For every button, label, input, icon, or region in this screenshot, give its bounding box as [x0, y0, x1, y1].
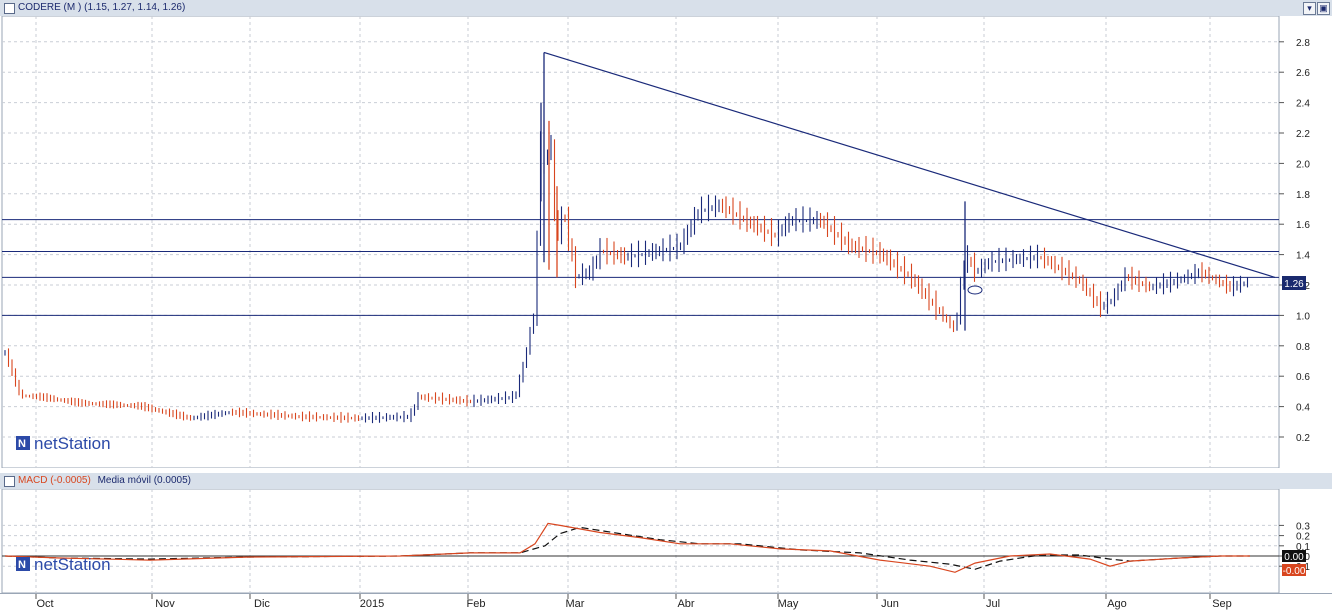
x-tick-label: Jun — [881, 598, 899, 610]
x-tick-label: Jul — [986, 598, 1000, 610]
watermark-text: netStation — [34, 555, 111, 574]
y-tick-label: 2.8 — [1296, 38, 1310, 49]
ma-value-label: -0.00 — [1283, 566, 1306, 577]
y-tick-label: 0.2 — [1296, 433, 1310, 444]
x-tick-label: Oct — [36, 598, 53, 610]
y-tick-label: 0.4 — [1296, 403, 1310, 414]
watermark-text: netStation — [34, 434, 111, 453]
y-tick-label: 2.6 — [1296, 68, 1310, 79]
y-tick-label: 1.6 — [1296, 220, 1310, 231]
y-tick-label: 2.2 — [1296, 129, 1310, 140]
window-icon — [4, 476, 15, 487]
x-tick-label: Mar — [566, 598, 585, 610]
y-tick-label: 0.6 — [1296, 372, 1310, 383]
ma-label: Media móvil (0.0005) — [97, 475, 191, 486]
y-tick-label: 2.4 — [1296, 99, 1310, 110]
y-tick-label: 1.4 — [1296, 251, 1310, 262]
last-value-label: 1.26 — [1284, 279, 1304, 290]
x-tick-label: Ago — [1107, 598, 1127, 610]
x-tick-label: 2015 — [360, 598, 384, 610]
price-chart[interactable]: 2.82.62.42.22.01.81.61.41.21.00.80.60.40… — [0, 16, 1332, 468]
y-tick-label: 1.0 — [1296, 311, 1310, 322]
svg-text:N: N — [18, 438, 26, 450]
x-axis: Oct Nov Dic 2015 Feb Mar Abr May Jun Jul Ago Sep — [0, 593, 1332, 611]
x-tick-label: Nov — [155, 598, 175, 610]
window-icon — [4, 3, 15, 14]
macd-value-label: 0.00 — [1284, 552, 1304, 563]
minimize-button[interactable]: ▾ — [1303, 2, 1316, 15]
macd-panel-title-bar: MACD (-0.0005) Media móvil (0.0005) — [0, 473, 1332, 490]
macd-label: MACD (-0.0005) — [18, 475, 91, 486]
macd-chart[interactable]: 0.30.20.10.00.1 0.00 -0.00 N netStation — [0, 489, 1332, 593]
x-tick-label: May — [778, 598, 799, 610]
x-tick-label: Sep — [1212, 598, 1232, 610]
y-tick-label: 2.0 — [1296, 159, 1310, 170]
y-tick-label: 0.8 — [1296, 342, 1310, 353]
price-panel-title: CODERE (M ) (1.15, 1.27, 1.14, 1.26) — [18, 2, 186, 13]
maximize-button[interactable]: ▣ — [1317, 2, 1330, 15]
price-panel-title-bar: CODERE (M ) (1.15, 1.27, 1.14, 1.26) ▾ ▣ — [0, 0, 1332, 17]
x-tick-label: Feb — [467, 598, 486, 610]
y-tick-label: 1.8 — [1296, 190, 1310, 201]
svg-text:N: N — [18, 559, 26, 571]
x-tick-label: Dic — [254, 598, 270, 610]
x-tick-label: Abr — [677, 598, 694, 610]
